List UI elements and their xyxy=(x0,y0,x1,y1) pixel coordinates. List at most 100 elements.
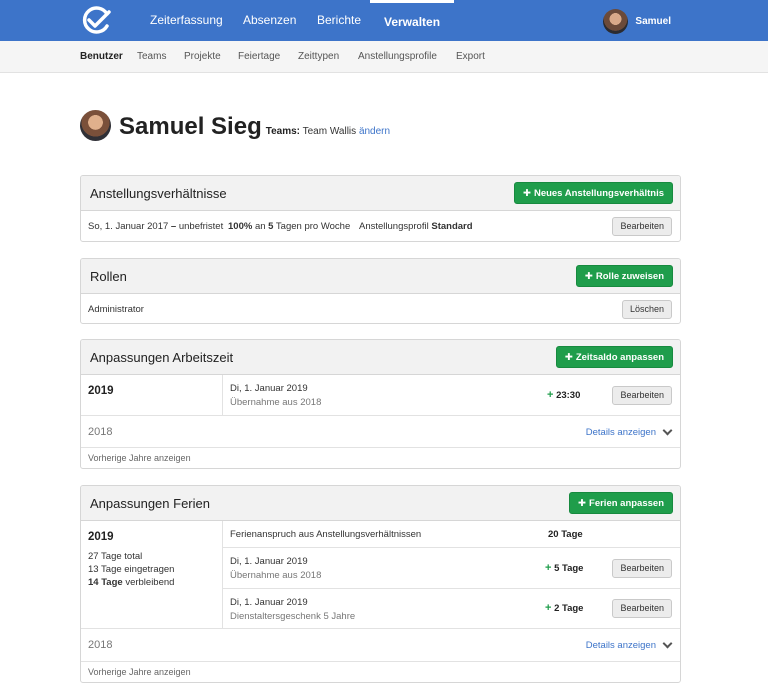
plus-icon: ✚ xyxy=(578,498,587,509)
vacation-prev-year-row: 2018 Details anzeigen xyxy=(81,629,680,662)
worktime-panel-header: Anpassungen Arbeitszeit ✚ Zeitsaldo anpas… xyxy=(81,340,680,375)
teams-label: Teams: xyxy=(265,126,301,137)
subnav-benutzer[interactable]: Benutzer xyxy=(80,41,123,73)
adjust-time-balance-label: Zeitsaldo anpassen xyxy=(575,352,664,363)
details-label: Details anzeigen xyxy=(585,427,656,438)
vacation-remaining: 14 Tage verbleibend xyxy=(88,577,174,588)
profile-header: Samuel Sieg Teams: Team Wallis ändern xyxy=(80,108,390,142)
vacation-panel-header: Anpassungen Ferien ✚ Ferien anpassen xyxy=(81,486,680,521)
role-name: Administrator xyxy=(88,304,144,315)
vacation-entry-row: Di, 1. Januar 2019 Übernahme aus 2018 + … xyxy=(222,548,680,589)
team-name: Team Wallis xyxy=(302,126,357,137)
employment-panel-header: Anstellungsverhältnisse ✚ Neues Anstellun… xyxy=(81,176,680,211)
entitlement-label: Ferienanspruch aus Anstellungsverhältnis… xyxy=(230,529,422,540)
plus-icon: + xyxy=(547,389,554,401)
user-name: Samuel xyxy=(635,15,671,27)
profile-avatar xyxy=(80,109,111,141)
vacation-remaining-days: 14 Tage xyxy=(88,577,123,588)
employment-panel: Anstellungsverhältnisse ✚ Neues Anstellun… xyxy=(80,175,681,242)
nav-zeiterfassung[interactable]: Zeiterfassung xyxy=(150,0,223,41)
assign-role-label: Rolle zuweisen xyxy=(595,271,664,282)
sub-navbar: Benutzer Teams Projekte Feiertage Zeitty… xyxy=(0,41,768,73)
worktime-panel: Anpassungen Arbeitszeit ✚ Zeitsaldo anpas… xyxy=(80,339,681,469)
show-previous-years-link[interactable]: Vorherige Jahre anzeigen xyxy=(88,453,191,463)
worktime-entry-date: Di, 1. Januar 2019 xyxy=(230,383,308,394)
profile-label: Anstellungsprofil xyxy=(359,221,432,232)
vacation-entry-date: Di, 1. Januar 2019 xyxy=(230,597,308,608)
user-avatar xyxy=(603,8,629,34)
profile-value: Standard xyxy=(431,221,473,232)
subnav-zeittypen[interactable]: Zeittypen xyxy=(298,41,339,73)
employment-title: Anstellungsverhältnisse xyxy=(90,186,227,201)
vacation-entry-value: + 2 Tage xyxy=(545,602,583,614)
vacation-value-text: 2 Tage xyxy=(554,603,584,614)
employment-workload: 100% an 5 Tagen pro Woche xyxy=(228,221,350,232)
vacation-entry-date: Di, 1. Januar 2019 xyxy=(230,556,308,567)
vacation-value-text: 5 Tage xyxy=(554,563,584,574)
nav-absenzen[interactable]: Absenzen xyxy=(243,0,296,41)
plus-icon: ✚ xyxy=(522,188,531,199)
role-row: Administrator Löschen xyxy=(81,294,680,323)
adjust-vacation-button[interactable]: ✚ Ferien anpassen xyxy=(569,492,673,514)
vacation-panel: Anpassungen Ferien ✚ Ferien anpassen 2019… xyxy=(80,485,681,683)
column-divider xyxy=(222,375,223,415)
vacation-prev-year: 2018 xyxy=(88,639,113,651)
vacation-entry-desc: Übernahme aus 2018 xyxy=(230,570,322,581)
subnav-teams[interactable]: Teams xyxy=(137,41,166,73)
vacation-entry-row: Di, 1. Januar 2019 Dienstaltersgeschenk … xyxy=(222,589,680,629)
roles-title: Rollen xyxy=(90,269,127,284)
worktime-details-link[interactable]: Details anzeigen xyxy=(585,425,673,438)
period-end: unbefristet xyxy=(178,221,224,232)
delete-role-button[interactable]: Löschen xyxy=(621,300,672,319)
subnav-feiertage[interactable]: Feiertage xyxy=(238,41,280,73)
adjust-vacation-label: Ferien anpassen xyxy=(589,498,664,509)
user-menu[interactable]: Samuel xyxy=(603,8,671,34)
vacation-total: 27 Tage total xyxy=(88,551,143,562)
add-employment-button[interactable]: ✚ Neues Anstellungsverhältnis xyxy=(513,182,673,204)
worktime-title: Anpassungen Arbeitszeit xyxy=(90,350,234,365)
vacation-title: Anpassungen Ferien xyxy=(90,496,210,511)
vacation-year-block: 2019 27 Tage total 13 Tage eingetragen 1… xyxy=(81,521,680,629)
worktime-prev-year: 2018 xyxy=(88,426,113,438)
page-title: Samuel Sieg xyxy=(119,113,262,140)
subnav-projekte[interactable]: Projekte xyxy=(184,41,221,73)
employment-period: So, 1. Januar 2017 – unbefristet xyxy=(88,221,223,232)
plus-icon: ✚ xyxy=(584,271,593,282)
worktime-current-year: 2019 xyxy=(88,385,114,397)
vacation-entered: 13 Tage eingetragen xyxy=(88,564,175,575)
show-previous-years-link[interactable]: Vorherige Jahre anzeigen xyxy=(88,667,191,677)
vacation-entitlement-row: Ferienanspruch aus Anstellungsverhältnis… xyxy=(222,521,680,548)
period-start: So, 1. Januar 2017 xyxy=(88,221,169,232)
workload-percent: 100% xyxy=(228,221,253,232)
roles-panel-header: Rollen ✚ Rolle zuweisen xyxy=(81,259,680,294)
chevron-down-icon xyxy=(662,425,673,436)
nav-berichte[interactable]: Berichte xyxy=(317,0,361,41)
nav-verwalten[interactable]: Verwalten xyxy=(370,0,455,41)
edit-vacation-entry-button[interactable]: Bearbeiten xyxy=(612,599,672,618)
vacation-entry-value: + 5 Tage xyxy=(545,562,583,574)
vacation-show-prev-row: Vorherige Jahre anzeigen xyxy=(81,662,680,682)
logo-check-icon[interactable] xyxy=(80,6,112,34)
vacation-details-link[interactable]: Details anzeigen xyxy=(585,638,673,651)
entitlement-value: 20 Tage xyxy=(548,529,583,540)
vacation-entry-desc: Dienstaltersgeschenk 5 Jahre xyxy=(230,611,356,622)
edit-worktime-entry-button[interactable]: Bearbeiten xyxy=(612,386,672,405)
top-navbar: Zeiterfassung Absenzen Berichte Verwalte… xyxy=(0,0,768,41)
adjust-time-balance-button[interactable]: ✚ Zeitsaldo anpassen xyxy=(555,346,673,368)
edit-employment-button[interactable]: Bearbeiten xyxy=(612,217,672,236)
plus-icon: + xyxy=(545,562,552,574)
vacation-remaining-suffix: verbleibend xyxy=(122,577,175,588)
worktime-entry-value: + 23:30 xyxy=(547,389,580,401)
details-label: Details anzeigen xyxy=(585,640,656,651)
worktime-entry-desc: Übernahme aus 2018 xyxy=(230,397,322,408)
vacation-current-year: 2019 xyxy=(88,531,114,543)
edit-vacation-entry-button[interactable]: Bearbeiten xyxy=(612,559,672,578)
change-teams-link[interactable]: ändern xyxy=(359,126,390,137)
worktime-prev-year-row: 2018 Details anzeigen xyxy=(81,416,680,448)
assign-role-button[interactable]: ✚ Rolle zuweisen xyxy=(575,265,673,287)
employment-row: So, 1. Januar 2017 – unbefristet 100% an… xyxy=(81,211,680,241)
worktime-show-prev-row: Vorherige Jahre anzeigen xyxy=(81,448,680,468)
subnav-anstellungsprofile[interactable]: Anstellungsprofile xyxy=(358,41,437,73)
subnav-export[interactable]: Export xyxy=(456,41,485,73)
add-employment-label: Neues Anstellungsverhältnis xyxy=(533,188,664,199)
